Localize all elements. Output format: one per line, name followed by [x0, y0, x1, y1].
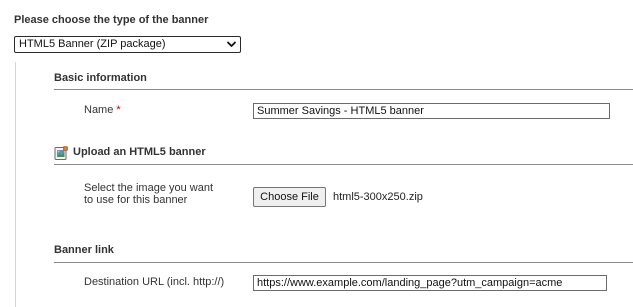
banner-type-selected-value: HTML5 Banner (ZIP package) — [19, 38, 166, 50]
name-label: Name * — [84, 104, 121, 116]
required-mark: * — [116, 104, 121, 116]
banner-type-select[interactable]: HTML5 Banner (ZIP package) — [14, 36, 241, 53]
name-label-text: Name — [84, 104, 114, 116]
upload-rule — [54, 164, 633, 165]
banner-type-heading: Please choose the type of the banner — [14, 14, 209, 26]
destination-url-input[interactable]: https://www.example.com/landing_page?utm… — [253, 275, 607, 291]
banner-link-rule — [54, 262, 633, 263]
choose-file-button[interactable]: Choose File — [253, 187, 326, 207]
name-input-value: Summer Savings - HTML5 banner — [257, 105, 424, 117]
image-label: Select the image you want to use for thi… — [84, 182, 213, 206]
chevron-down-icon — [227, 41, 236, 47]
banner-link-title: Banner link — [54, 244, 114, 256]
name-input[interactable]: Summer Savings - HTML5 banner — [253, 103, 610, 119]
upload-title: Upload an HTML5 banner — [73, 146, 206, 158]
destination-url-value: https://www.example.com/landing_page?utm… — [257, 277, 563, 289]
basic-info-title: Basic information — [54, 72, 147, 84]
destination-url-label: Destination URL (incl. http://) — [84, 276, 225, 288]
section-divider-vertical — [15, 62, 16, 307]
selected-file-name: html5-300x250.zip — [333, 191, 423, 203]
image-label-line1: Select the image you want — [84, 182, 214, 194]
upload-image-icon — [54, 146, 68, 160]
image-label-line2: to use for this banner — [84, 194, 188, 206]
basic-info-rule — [54, 89, 633, 90]
